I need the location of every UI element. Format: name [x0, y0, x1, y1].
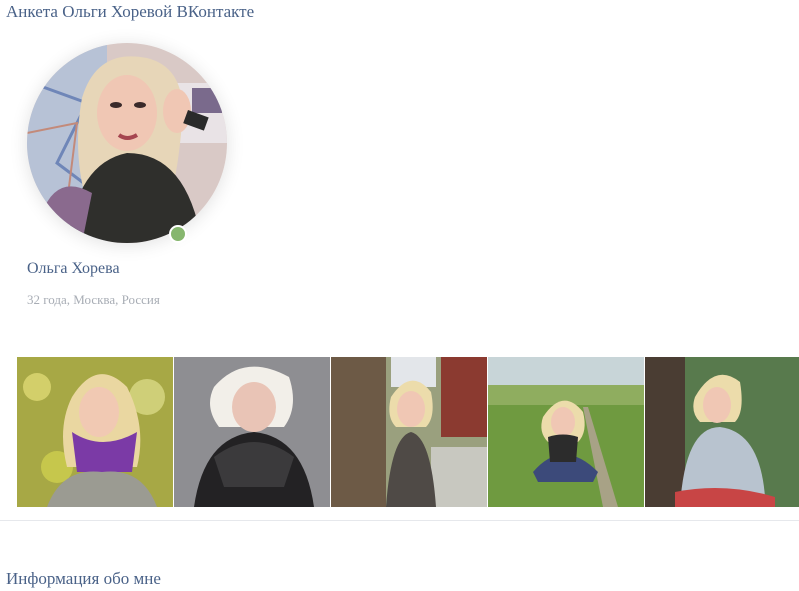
avatar-container[interactable]: [27, 43, 227, 243]
avatar-image: [27, 43, 227, 243]
photo-thumbnail-2[interactable]: [174, 357, 330, 507]
photo-thumbnail-4[interactable]: [488, 357, 644, 507]
profile-meta: 32 года, Москва, Россия: [27, 292, 160, 307]
photo-thumbnail-3[interactable]: [331, 357, 487, 507]
photo-thumbnail-5[interactable]: [645, 357, 799, 507]
section-divider: [0, 520, 799, 521]
online-status-indicator: [169, 225, 187, 243]
page-title: Анкета Ольги Хоревой ВКонтакте: [6, 2, 255, 21]
avatar[interactable]: [27, 43, 227, 243]
about-section-title: Информация обо мне: [6, 569, 161, 588]
photo-thumbnail-1[interactable]: [17, 357, 173, 507]
profile-name[interactable]: Ольга Хорева: [27, 260, 120, 278]
photo-strip: [17, 357, 799, 507]
